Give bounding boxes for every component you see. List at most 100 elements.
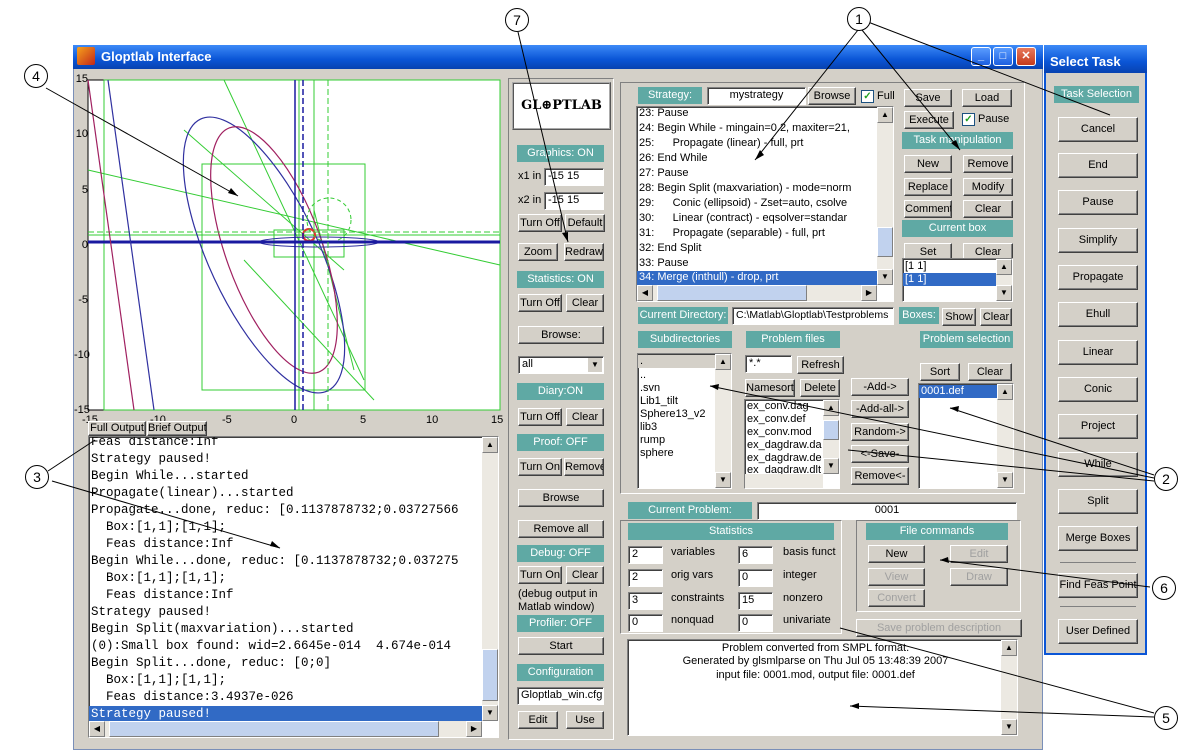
graphics-turn-off-button[interactable]: Turn Off <box>518 214 562 232</box>
subdir-item[interactable]: rump <box>640 434 665 447</box>
scroll-up-icon[interactable]: ▲ <box>1001 640 1017 656</box>
strategy-line[interactable]: 29: Conic (ellipsoid) - Zset=auto, csolv… <box>639 197 847 210</box>
scroll-up-icon[interactable]: ▲ <box>996 259 1012 275</box>
strategy-vscrollbar[interactable]: ▲ ▼ <box>877 107 893 285</box>
delete-button[interactable]: Delete <box>800 379 840 397</box>
minimize-button[interactable]: _ <box>971 47 991 66</box>
strategy-line-selected[interactable]: 34: Merge (inthull) - drop, prt <box>637 271 877 286</box>
linear-task-button[interactable]: Linear <box>1058 340 1138 365</box>
file-item[interactable]: ex_dagdraw.da <box>747 439 822 452</box>
file-view-button[interactable]: View <box>868 568 925 586</box>
config-edit-button[interactable]: Edit <box>518 711 558 729</box>
file-new-button[interactable]: New <box>868 545 925 563</box>
strategy-line[interactable]: 23: Pause <box>639 107 689 120</box>
scroll-thumb[interactable] <box>482 649 498 701</box>
boxes-clear-button[interactable]: Clear <box>980 308 1012 326</box>
ehull-task-button[interactable]: Ehull <box>1058 302 1138 327</box>
graphics-plot[interactable] <box>74 70 504 430</box>
strategy-line[interactable]: 26: End While <box>639 152 707 165</box>
problem-description[interactable]: Problem converted from SMPL format. Gene… <box>627 639 1018 736</box>
scroll-thumb[interactable] <box>109 721 439 737</box>
add-button[interactable]: -Add-> <box>851 378 909 396</box>
boxes-show-button[interactable]: Show <box>942 308 976 326</box>
current-directory-input[interactable]: C:\Matlab\Gloptlab\Testproblems <box>732 307 894 325</box>
statistics-turn-off-button[interactable]: Turn Off <box>518 294 562 312</box>
file-edit-button[interactable]: Edit <box>950 545 1008 563</box>
strategy-line[interactable]: 25: Propagate (linear) - full, prt <box>639 137 803 150</box>
scroll-left-icon[interactable]: ◀ <box>89 721 105 737</box>
zoom-button[interactable]: Zoom <box>518 243 558 261</box>
refresh-button[interactable]: Refresh <box>797 356 844 374</box>
statistics-clear-button[interactable]: Clear <box>566 294 604 312</box>
selection-vscrollbar[interactable]: ▲ ▼ <box>997 384 1013 488</box>
brief-output-button[interactable]: Brief Output <box>147 421 207 436</box>
scroll-thumb[interactable] <box>877 227 893 257</box>
proof-browse-button[interactable]: Browse <box>518 489 604 507</box>
file-item[interactable]: ex_dagdraw.de <box>747 452 822 465</box>
subdir-vscrollbar[interactable]: ▲ ▼ <box>715 354 731 488</box>
box-line-selected[interactable]: [1 1] <box>903 273 998 286</box>
save-strategy-button[interactable]: Save <box>904 89 952 107</box>
scroll-up-icon[interactable]: ▲ <box>823 400 839 416</box>
execute-button[interactable]: Execute <box>904 111 954 129</box>
default-button[interactable]: Default <box>565 214 605 232</box>
problem-files-list[interactable]: ex_conv.dag ex_conv.def ex_conv.mod ex_d… <box>744 399 840 489</box>
diary-turn-off-button[interactable]: Turn Off <box>518 408 562 426</box>
task-new-button[interactable]: New <box>904 155 952 173</box>
config-file-input[interactable]: Gloptlab_win.cfg <box>517 687 604 705</box>
profiler-start-button[interactable]: Start <box>518 637 604 655</box>
config-use-button[interactable]: Use <box>566 711 604 729</box>
scroll-down-icon[interactable]: ▼ <box>482 705 498 721</box>
problem-selection-list[interactable]: 0001.def ▲ ▼ <box>918 383 1014 489</box>
file-convert-button[interactable]: Convert <box>868 589 925 607</box>
files-hscrollbar[interactable] <box>745 474 823 488</box>
browse-select[interactable]: all ▼ <box>518 356 604 374</box>
strategy-line[interactable]: 32: End Split <box>639 242 701 255</box>
pause-checkbox[interactable]: ✓ <box>962 113 975 126</box>
merge-boxes-task-button[interactable]: Merge Boxes <box>1058 526 1138 551</box>
subdir-item[interactable]: Sphere13_v2 <box>640 408 705 421</box>
propagate-task-button[interactable]: Propagate <box>1058 265 1138 290</box>
task-clear-button[interactable]: Clear <box>963 200 1013 218</box>
strategy-line[interactable]: 28: Begin Split (maxvariation) - mode=no… <box>639 182 851 195</box>
scroll-down-icon[interactable]: ▼ <box>996 285 1012 301</box>
selection-clear-button[interactable]: Clear <box>968 363 1012 381</box>
cancel-task-button[interactable]: Cancel <box>1058 117 1138 142</box>
file-item[interactable]: ex_conv.dag <box>747 400 809 413</box>
strategy-browse-button[interactable]: Browse <box>808 87 856 105</box>
current-box-list[interactable]: [1 1] [1 1] ▲ ▼ <box>902 258 1013 302</box>
scroll-right-icon[interactable]: ▶ <box>861 285 877 301</box>
chevron-down-icon[interactable]: ▼ <box>588 358 602 372</box>
scroll-down-icon[interactable]: ▼ <box>715 472 731 488</box>
output-console[interactable]: Feas distance:Inf Strategy paused! Begin… <box>88 436 499 738</box>
task-modify-button[interactable]: Modify <box>963 178 1013 196</box>
scroll-down-icon[interactable]: ▼ <box>877 269 893 285</box>
scroll-up-icon[interactable]: ▲ <box>877 107 893 123</box>
conic-task-button[interactable]: Conic <box>1058 377 1138 402</box>
debug-clear-button[interactable]: Clear <box>566 566 604 584</box>
user-defined-task-button[interactable]: User Defined <box>1058 619 1138 644</box>
scroll-down-icon[interactable]: ▼ <box>823 458 839 474</box>
split-task-button[interactable]: Split <box>1058 489 1138 514</box>
load-strategy-button[interactable]: Load <box>962 89 1012 107</box>
full-output-button[interactable]: Full Output <box>88 421 146 436</box>
scroll-up-icon[interactable]: ▲ <box>715 354 731 370</box>
while-task-button[interactable]: While <box>1058 452 1138 477</box>
selection-item[interactable]: 0001.def <box>919 385 998 398</box>
redraw-button[interactable]: Redraw <box>564 243 604 261</box>
output-vscrollbar[interactable]: ▲ ▼ <box>482 437 498 721</box>
diary-clear-button[interactable]: Clear <box>566 408 604 426</box>
strategy-name-input[interactable]: mystrategy <box>707 87 806 105</box>
scroll-down-icon[interactable]: ▼ <box>1001 719 1017 735</box>
task-replace-button[interactable]: Replace <box>904 178 952 196</box>
x2-range-input[interactable]: -15 15 <box>544 192 604 210</box>
scroll-up-icon[interactable]: ▲ <box>997 384 1013 400</box>
scroll-right-icon[interactable]: ▶ <box>466 721 482 737</box>
strategy-line[interactable]: 33: Pause <box>639 257 689 270</box>
debug-turn-on-button[interactable]: Turn On <box>518 566 562 584</box>
namesort-button[interactable]: Namesort <box>745 379 795 397</box>
remove-all-button[interactable]: Remove all <box>518 520 604 538</box>
save-selection-button[interactable]: <-Save- <box>851 445 909 463</box>
strategy-line[interactable]: 27: Pause <box>639 167 689 180</box>
subdir-item[interactable]: .svn <box>640 382 660 395</box>
